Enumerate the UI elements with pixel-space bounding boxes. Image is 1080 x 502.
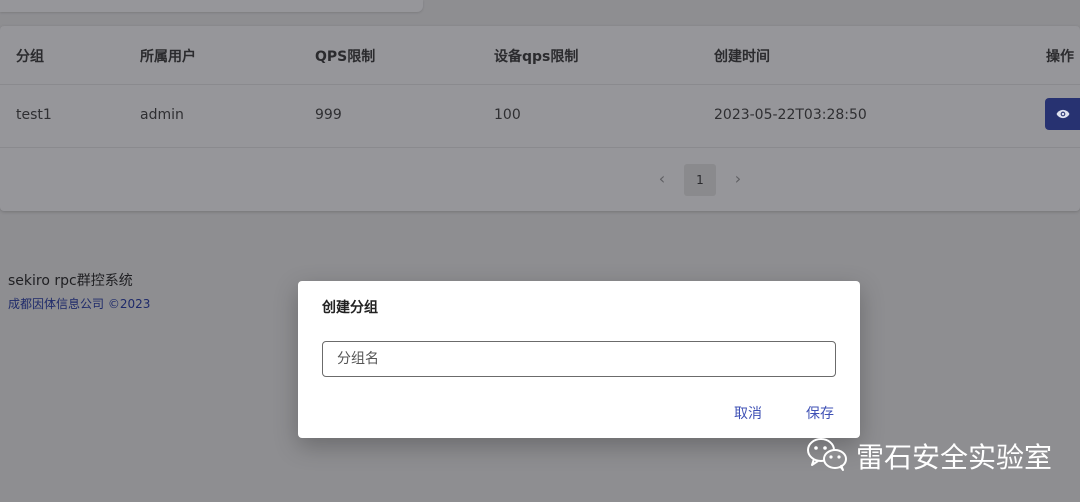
cell-user: admin [140,107,184,123]
table-row: test1 admin 999 100 2023-05-22T03:28:50 [0,85,1080,148]
group-name-input[interactable] [322,341,836,377]
cell-device-qps: 100 [494,107,521,123]
header-device-qps: 设备qps限制 [494,49,579,65]
group-table: 分组 所属用户 QPS限制 设备qps限制 创建时间 操作 test1 admi… [0,26,1080,211]
pagination-page-1[interactable]: 1 [684,164,716,196]
dialog-title: 创建分组 [322,300,378,316]
watermark-text: 雷石安全实验室 [856,441,1053,474]
cancel-button[interactable]: 取消 [734,403,762,423]
create-group-dialog: 创建分组 取消 保存 [298,281,860,438]
cell-created: 2023-05-22T03:28:50 [714,107,867,123]
wechat-icon [807,438,847,471]
view-button[interactable] [1045,98,1080,130]
eye-icon [1056,109,1070,119]
header-user: 所属用户 [140,49,196,65]
cell-qps: 999 [315,107,342,123]
footer-copyright: 成都因体信息公司 ©2023 [8,297,151,311]
footer-title: sekiro rpc群控系统 [8,273,133,289]
pagination-next-button[interactable]: › [726,164,750,196]
top-card [0,0,423,12]
header-group: 分组 [16,49,44,65]
header-qps: QPS限制 [315,49,376,65]
pagination-prev-button[interactable]: ‹ [650,164,674,196]
header-created: 创建时间 [714,49,770,65]
save-button[interactable]: 保存 [806,403,834,423]
cell-group: test1 [16,107,52,123]
table-header: 分组 所属用户 QPS限制 设备qps限制 创建时间 操作 [0,26,1080,85]
header-actions: 操作 [1046,49,1074,65]
